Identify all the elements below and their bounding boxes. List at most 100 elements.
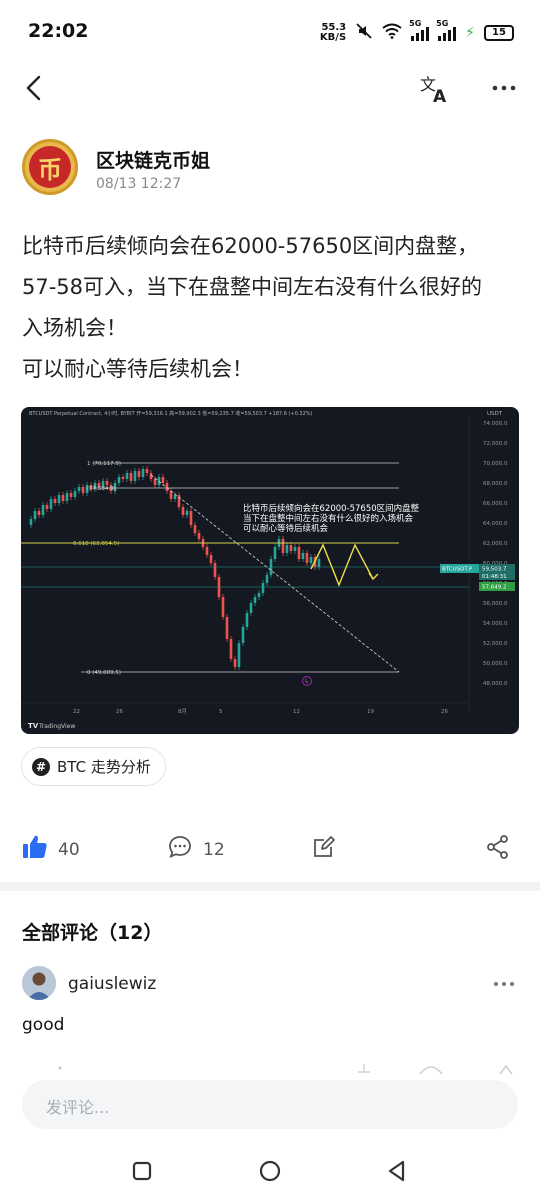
- like-count: 40: [58, 839, 80, 860]
- candle-body: [289, 545, 293, 551]
- candle-body: [229, 639, 233, 659]
- comment-text: good: [22, 1015, 65, 1035]
- countdown: 01:48:31: [482, 574, 507, 580]
- candle-body: [161, 477, 165, 483]
- candle-body: [53, 499, 57, 503]
- candle-body: [125, 473, 129, 479]
- comment-more-icon[interactable]: [490, 974, 520, 994]
- tradingview-logo: TV TradingView: [28, 722, 75, 730]
- candle-body: [37, 511, 41, 515]
- candle-body: [281, 539, 285, 553]
- price-tick-label: 54,000.0: [483, 621, 508, 627]
- last-price: 59,503.7: [482, 567, 507, 573]
- candle-body: [225, 617, 229, 639]
- topic-tag[interactable]: # BTC 走势分析: [21, 747, 166, 786]
- comment-input[interactable]: 发评论...: [22, 1080, 518, 1129]
- candle-body: [253, 597, 257, 603]
- edit-button[interactable]: [311, 834, 337, 865]
- translate-icon[interactable]: 文 A: [418, 73, 452, 107]
- tradingview-chart: BTCUSDT Perpetual Contract, 4小时, BYBIT 开…: [21, 410, 515, 730]
- top-bar: 文 A: [0, 64, 540, 114]
- price-tick-label: 48,000.0: [483, 681, 508, 687]
- symbol-badge: BTCUSDT.P: [442, 567, 473, 573]
- network-speed: 55.3 KB/S: [319, 21, 347, 43]
- candle-body: [233, 659, 237, 667]
- system-nav-bar: [0, 1140, 540, 1199]
- post-line: 比特币后续倾向会在62000-57650区间内盘整，: [22, 234, 479, 258]
- chart-header-text: BTCUSDT Perpetual Contract, 4小时, BYBIT 开…: [29, 410, 313, 417]
- candle-body: [273, 547, 277, 559]
- wifi-icon: [382, 23, 402, 42]
- candle-body: [297, 547, 301, 559]
- candle-body: [129, 473, 133, 481]
- candle-body: [189, 511, 193, 525]
- status-bar: 22:02 55.3 KB/S 5G 5G ⚡ 15: [0, 0, 540, 64]
- svg-text:TV: TV: [28, 722, 39, 730]
- price-tick-label: 52,000.0: [483, 641, 508, 647]
- candle-body: [117, 477, 121, 483]
- candle-body: [209, 555, 213, 563]
- candle-body: [41, 505, 45, 515]
- candle-body: [77, 487, 81, 491]
- chart-currency: USDT: [487, 411, 503, 417]
- more-horizontal-icon[interactable]: [488, 74, 520, 102]
- candle-body: [237, 643, 241, 667]
- back-arrow-icon[interactable]: [20, 72, 50, 104]
- candle-body: [49, 499, 53, 509]
- candle-body: [73, 491, 77, 497]
- candle-body: [265, 575, 269, 583]
- date-tick-label: 19: [367, 709, 374, 715]
- commenter-name[interactable]: gaiuslewiz: [68, 974, 156, 994]
- candle-body: [285, 545, 289, 553]
- avatar-logo: 币: [29, 146, 71, 188]
- svg-text:ϟ: ϟ: [305, 679, 309, 686]
- fib-label: 0 (49,009.5): [87, 670, 121, 676]
- candle-body: [105, 481, 109, 485]
- share-button[interactable]: [485, 834, 511, 865]
- candle-body: [169, 491, 173, 499]
- candle-body: [301, 553, 305, 559]
- like-button[interactable]: 40: [22, 834, 80, 865]
- candle-body: [145, 469, 149, 473]
- thumbs-up-icon: [22, 834, 48, 865]
- candle-body: [29, 519, 33, 525]
- date-tick-label: 8月: [178, 708, 187, 715]
- hashtag-icon: #: [32, 757, 50, 776]
- home-circle-icon[interactable]: [258, 1159, 282, 1183]
- back-triangle-icon[interactable]: [385, 1159, 409, 1183]
- edit-note-icon: [311, 834, 337, 865]
- svg-text:A: A: [433, 87, 447, 105]
- post-time: 08/13 12:27: [96, 176, 182, 192]
- author-name[interactable]: 区块链克币姐: [96, 146, 210, 173]
- recents-square-icon[interactable]: [131, 1160, 153, 1182]
- commenter-avatar[interactable]: [22, 966, 56, 1000]
- candle-body: [257, 593, 261, 597]
- chart-annotation: 可以耐心等待后续机会: [243, 523, 329, 534]
- price-tick-label: 74,000.0: [483, 421, 508, 427]
- comment-count: 12: [203, 839, 225, 860]
- battery-icon: 15: [484, 24, 514, 41]
- svg-text:TradingView: TradingView: [38, 723, 75, 730]
- price-tick-label: 64,000.0: [483, 521, 508, 527]
- price-tick-label: 56,000.0: [483, 601, 508, 607]
- price-tick-label: 50,000.0: [483, 661, 508, 667]
- candle-body: [261, 583, 265, 593]
- status-time: 22:02: [28, 20, 89, 42]
- date-tick-label: 12: [293, 709, 300, 715]
- fib-label: 1 (70,117.9): [87, 461, 121, 467]
- chart-image[interactable]: BTCUSDT Perpetual Contract, 4小时, BYBIT 开…: [21, 407, 519, 734]
- date-tick-label: 26: [116, 709, 123, 715]
- candle-body: [57, 495, 61, 503]
- mute-icon: [355, 22, 373, 43]
- comment-button[interactable]: 12: [167, 834, 225, 865]
- share-icon: [485, 834, 511, 865]
- author-avatar[interactable]: 币: [22, 139, 78, 195]
- section-divider: [0, 882, 540, 891]
- candle-body: [185, 511, 189, 515]
- topic-tag-label: BTC 走势分析: [57, 758, 151, 776]
- candle-body: [173, 495, 177, 499]
- chart-annotation: 当下在盘整中间左右没有什么很好的入场机会: [243, 513, 414, 524]
- candle-body: [45, 505, 49, 509]
- candle-body: [61, 495, 65, 501]
- post-line: 57-58可入，当下在盘整中间左右没有什么很好的: [22, 275, 483, 299]
